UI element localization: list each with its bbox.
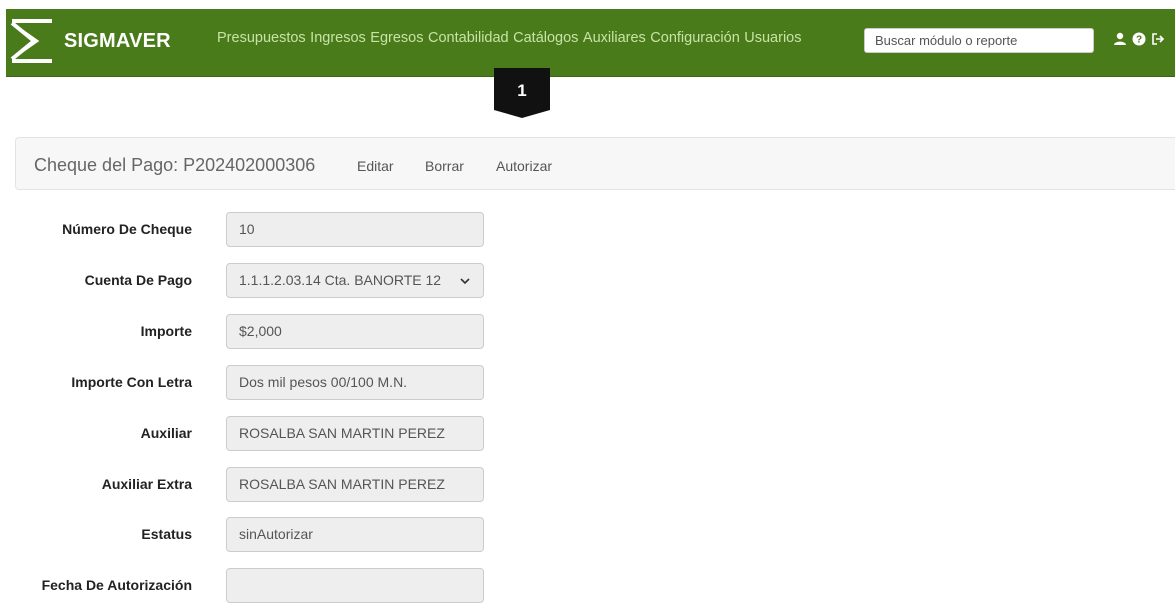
form-row-auxiliar: Auxiliar ROSALBA SAN MARTIN PEREZ — [0, 416, 600, 451]
chevron-down-icon — [460, 277, 470, 284]
search-input[interactable] — [864, 28, 1094, 53]
step-badge: 1 — [494, 68, 550, 118]
nav-item-contabilidad[interactable]: Contabilidad — [428, 30, 509, 46]
navbar: SIGMAVER Presupuestos Ingresos Egresos C… — [6, 9, 1175, 77]
nav-item-catalogos[interactable]: Catálogos — [513, 30, 578, 46]
field-label: Importe Con Letra — [71, 374, 192, 390]
form-row-estatus: Estatus sinAutorizar — [0, 517, 600, 552]
top-bar: SIGMAVER Presupuestos Ingresos Egresos C… — [0, 0, 1175, 77]
auxiliar-field[interactable]: ROSALBA SAN MARTIN PEREZ — [226, 416, 484, 451]
brand-logo[interactable]: SIGMAVER — [8, 12, 171, 70]
main-nav: Presupuestos Ingresos Egresos Contabilid… — [217, 30, 806, 46]
field-label: Fecha De Autorización — [41, 577, 192, 593]
header-panel: Cheque del Pago: P202402000306 Editar Bo… — [15, 137, 1175, 190]
delete-button[interactable]: Borrar — [425, 158, 464, 174]
field-label: Auxiliar — [140, 425, 192, 441]
form-row-importe: Importe $2,000 — [0, 314, 600, 349]
auxiliar-extra-field[interactable]: ROSALBA SAN MARTIN PEREZ — [226, 467, 484, 502]
nav-item-presupuestos[interactable]: Presupuestos — [217, 30, 306, 46]
form-row-importe-letra: Importe Con Letra Dos mil pesos 00/100 M… — [0, 365, 600, 400]
field-label: Cuenta De Pago — [84, 272, 192, 288]
nav-icons: ? — [1113, 32, 1165, 46]
form-row-cuenta-pago: Cuenta De Pago 1.1.1.2.03.14 Cta. BANORT… — [0, 263, 600, 298]
nav-item-egresos[interactable]: Egresos — [370, 30, 423, 46]
importe-field[interactable]: $2,000 — [226, 314, 484, 349]
form-row-auxiliar-extra: Auxiliar Extra ROSALBA SAN MARTIN PEREZ — [0, 467, 600, 502]
step-badge-number: 1 — [517, 81, 527, 100]
svg-text:?: ? — [1136, 35, 1142, 46]
sigma-logo-icon — [10, 19, 52, 63]
nav-item-configuracion[interactable]: Configuración — [650, 30, 739, 46]
estatus-field[interactable]: sinAutorizar — [226, 517, 484, 552]
importe-letra-field[interactable]: Dos mil pesos 00/100 M.N. — [226, 365, 484, 400]
field-label: Auxiliar Extra — [101, 476, 192, 492]
field-label: Importe — [140, 323, 192, 339]
nav-item-usuarios[interactable]: Usuarios — [744, 30, 801, 46]
fecha-autorizacion-field[interactable] — [226, 568, 484, 603]
logout-icon[interactable] — [1151, 32, 1165, 46]
page-title: Cheque del Pago: P202402000306 — [34, 155, 316, 175]
edit-button[interactable]: Editar — [357, 158, 394, 174]
numero-cheque-field[interactable]: 10 — [226, 212, 484, 247]
authorize-button[interactable]: Autorizar — [496, 158, 552, 174]
form-row-numero-cheque: Número De Cheque 10 — [0, 212, 600, 247]
user-icon[interactable] — [1113, 32, 1127, 46]
cuenta-pago-select[interactable]: 1.1.1.2.03.14 Cta. BANORTE 12 — [226, 263, 484, 298]
nav-item-ingresos[interactable]: Ingresos — [310, 30, 366, 46]
nav-item-auxiliares[interactable]: Auxiliares — [583, 30, 646, 46]
field-label: Número De Cheque — [62, 221, 192, 237]
help-icon[interactable]: ? — [1132, 32, 1146, 46]
form-row-fecha-autorizacion: Fecha De Autorización — [0, 568, 600, 603]
cuenta-pago-selected: 1.1.1.2.03.14 Cta. BANORTE 12 — [239, 272, 442, 288]
field-label: Estatus — [141, 526, 192, 542]
brand-name: SIGMAVER — [64, 29, 171, 52]
